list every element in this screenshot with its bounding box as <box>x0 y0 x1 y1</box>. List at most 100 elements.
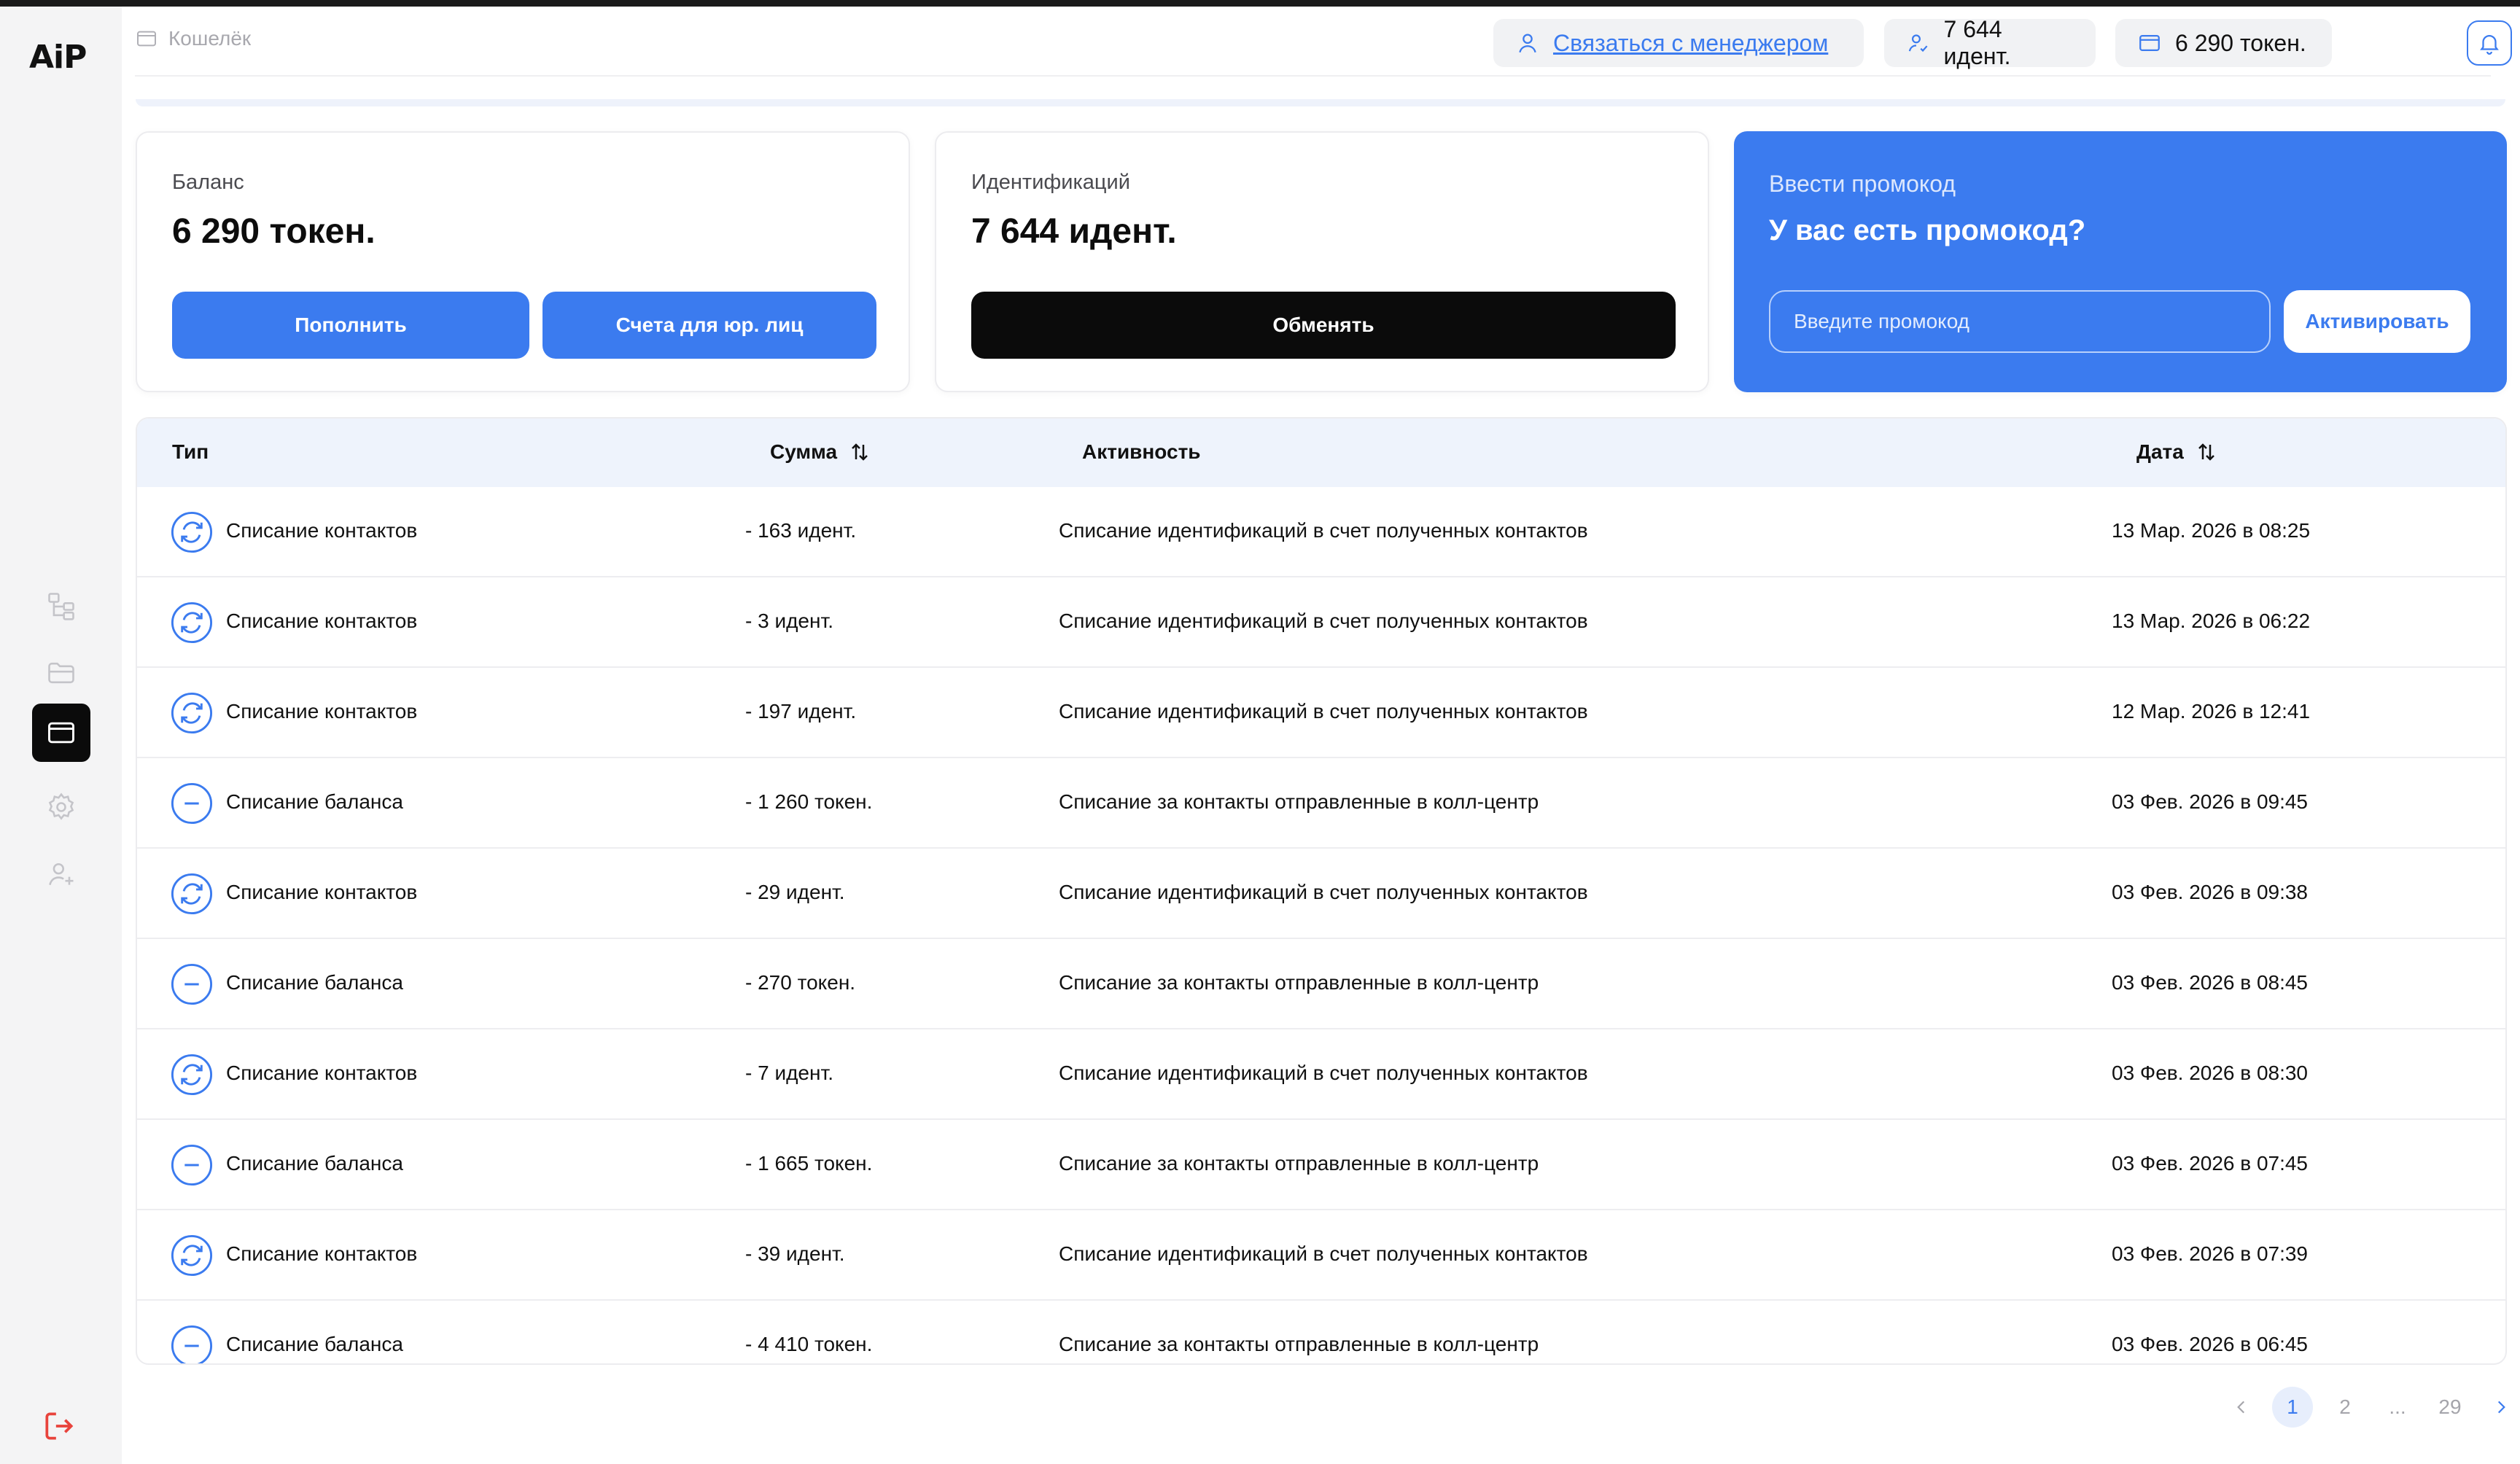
row-sum: - 1 665 токен. <box>745 1152 873 1175</box>
table-row[interactable]: Списание контактов - 3 идент. Списание иде… <box>137 577 2505 668</box>
logout-icon[interactable] <box>41 1408 77 1444</box>
bell-icon <box>2480 35 2499 55</box>
exchange-button[interactable]: Обменять <box>971 292 1676 359</box>
row-date: 03 Фев. 2026 в 07:39 <box>2112 1242 2309 1265</box>
ident-card: Идентификаций 7 644 идент. Обменять <box>935 131 1709 392</box>
row-activity: Списание за контакты отправленные в колл… <box>1059 1333 1539 1355</box>
row-type: Списание контактов <box>226 700 418 723</box>
sidebar-item-wallet[interactable] <box>32 704 90 762</box>
sidebar: AiP <box>0 7 122 1464</box>
promo-code-input[interactable] <box>1769 290 2271 353</box>
topup-button[interactable]: Пополнить <box>172 292 529 359</box>
row-sum: - 3 идент. <box>745 610 833 632</box>
column-header-date[interactable]: Дата <box>2136 440 2217 464</box>
pagination: 1 2... 29 <box>2228 1387 2514 1428</box>
sidebar-item-users[interactable] <box>32 845 90 903</box>
table-row[interactable]: Списание контактов - 163 идент. Списание и… <box>137 487 2505 577</box>
row-date: 03 Фев. 2026 в 08:30 <box>2112 1062 2309 1084</box>
row-sum: - 270 токен. <box>745 971 856 994</box>
minus-circle-icon <box>171 1144 213 1186</box>
user-icon <box>1519 34 1536 53</box>
balance-label: Баланс <box>172 171 244 194</box>
pagination-ellipsis: ... <box>2389 1395 2406 1418</box>
logo: AiP <box>29 39 87 76</box>
column-header-sum[interactable]: Сумма <box>770 440 871 464</box>
row-date: 03 Фев. 2026 в 07:45 <box>2112 1152 2309 1175</box>
chevron-left-icon <box>2237 1401 2245 1414</box>
table-row[interactable]: Списание контактов - 197 идент. Списание и… <box>137 668 2505 758</box>
promo-card: Ввести промокод У вас есть промокод? Акт… <box>1734 131 2507 392</box>
table-row[interactable]: Списание контактов - 7 идент. Списание иде… <box>137 1029 2505 1120</box>
notifications-button[interactable] <box>2467 20 2512 66</box>
page-button[interactable]: 2 <box>2325 1387 2365 1428</box>
row-date: 03 Фев. 2026 в 08:45 <box>2112 971 2309 994</box>
balance-card: Баланс 6 290 токен. Пополнить Счета для … <box>136 131 910 392</box>
table-header: Тип Сумма Активность Дата <box>137 418 2505 487</box>
page-button[interactable]: 1 <box>2272 1387 2313 1428</box>
balance-value: 6 290 токен. <box>172 212 376 251</box>
legal-invoices-button[interactable]: Счета для юр. лиц <box>542 292 876 359</box>
prev-page-button[interactable] <box>2228 1387 2255 1428</box>
page-button[interactable]: 29 <box>2430 1387 2470 1428</box>
transactions-table: Тип Сумма Активность Дата Списание конта… <box>136 417 2507 1365</box>
chevron-right-icon <box>2497 1401 2505 1414</box>
row-date: 13 Мар. 2026 в 06:22 <box>2112 610 2311 632</box>
column-header-type: Тип <box>172 440 209 463</box>
row-sum: - 7 идент. <box>745 1062 833 1084</box>
table-row[interactable]: Списание контактов - 29 идент. Списание ид… <box>137 849 2505 939</box>
row-type: Списание контактов <box>226 1242 418 1265</box>
breadcrumb-label: Кошелёк <box>168 27 252 50</box>
tree-icon <box>48 593 74 620</box>
wallet-icon <box>48 722 74 744</box>
row-sum: - 39 идент. <box>745 1242 845 1265</box>
sort-icon[interactable] <box>849 441 871 463</box>
wallet-icon <box>137 31 156 47</box>
minus-circle-icon <box>171 1325 213 1363</box>
row-date: 03 Фев. 2026 в 06:45 <box>2112 1333 2309 1355</box>
row-sum: - 197 идент. <box>745 700 857 723</box>
refresh-icon <box>171 601 213 644</box>
row-date: 13 Мар. 2026 в 08:25 <box>2112 519 2311 542</box>
token-counter: 6 290 токен. <box>2175 29 2306 56</box>
section-strip <box>136 99 2505 106</box>
row-activity: Списание за контакты отправленные в колл… <box>1059 1152 1539 1175</box>
sidebar-item-structure[interactable] <box>32 577 90 635</box>
row-type: Списание баланса <box>226 1333 403 1355</box>
row-date: 03 Фев. 2026 в 09:38 <box>2112 881 2309 903</box>
table-row[interactable]: Списание баланса - 1 260 токен. Списание з… <box>137 758 2505 849</box>
activate-promo-button[interactable]: Активировать <box>2284 290 2470 353</box>
column-header-activity: Активность <box>1082 440 1201 463</box>
table-row[interactable]: Списание баланса - 270 токен. Списание за … <box>137 939 2505 1029</box>
table-row[interactable]: Списание баланса - 1 665 токен. Списание з… <box>137 1120 2505 1210</box>
row-activity: Списание идентификаций в счет полученных… <box>1059 1242 1588 1265</box>
next-page-button[interactable] <box>2488 1387 2514 1428</box>
sidebar-item-settings[interactable] <box>32 778 90 836</box>
folder-icon <box>48 662 74 684</box>
row-type: Списание контактов <box>226 610 418 632</box>
ident-value: 7 644 идент. <box>971 212 1177 251</box>
promo-label: Ввести промокод <box>1769 171 1956 197</box>
row-activity: Списание идентификаций в счет полученных… <box>1059 610 1588 632</box>
row-sum: - 163 идент. <box>745 519 857 542</box>
minus-circle-icon <box>171 963 213 1005</box>
table-row[interactable]: Списание контактов - 39 идент. Списание ид… <box>137 1210 2505 1301</box>
row-type: Списание контактов <box>226 881 418 903</box>
sort-icon[interactable] <box>2196 441 2217 463</box>
refresh-icon <box>171 692 213 734</box>
wallet-icon <box>2139 34 2160 52</box>
window-top-strip <box>0 0 2520 7</box>
contact-manager-link[interactable]: Связаться с менеджером <box>1553 30 1828 57</box>
gear-icon <box>48 793 74 820</box>
row-activity: Списание за контакты отправленные в колл… <box>1059 790 1539 813</box>
row-activity: Списание идентификаций в счет полученных… <box>1059 700 1588 723</box>
token-counter-pill: 6 290 токен. <box>2115 19 2332 67</box>
row-activity: Списание за контакты отправленные в колл… <box>1059 971 1539 994</box>
sidebar-item-folders[interactable] <box>32 644 90 702</box>
contact-manager-button[interactable]: Связаться с менеджером <box>1493 19 1864 67</box>
refresh-icon <box>171 1234 213 1277</box>
row-sum: - 1 260 токен. <box>745 790 873 813</box>
row-type: Списание контактов <box>226 519 418 542</box>
table-row[interactable]: Списание баланса - 4 410 токен. Списание з… <box>137 1301 2505 1363</box>
ident-counter: 7 644 идент. <box>1943 16 2011 69</box>
row-type: Списание баланса <box>226 790 403 813</box>
